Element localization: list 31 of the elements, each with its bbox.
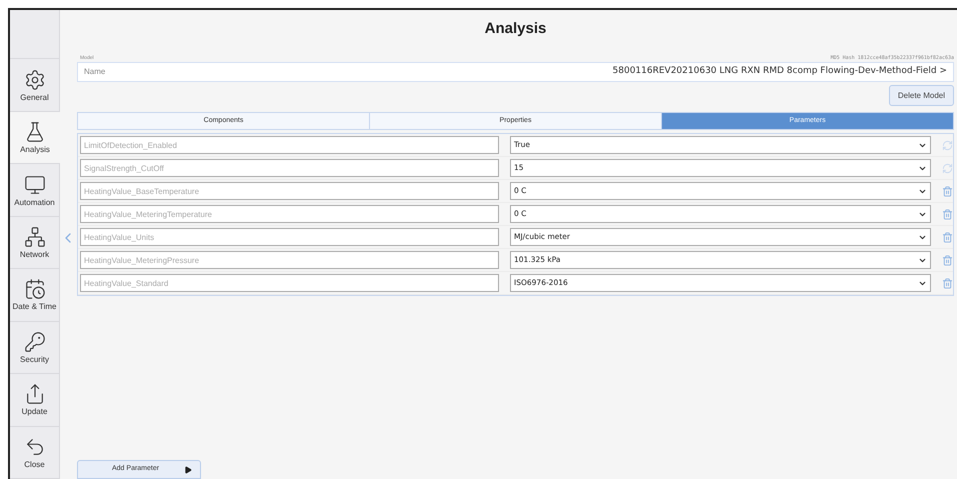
- refresh-icon[interactable]: [942, 162, 953, 174]
- sidebar-item[interactable]: Security: [10, 322, 59, 374]
- parameter-name-field[interactable]: LimitOfDetection_Enabled: [80, 136, 499, 154]
- sidebar-item[interactable]: Analysis: [10, 112, 60, 164]
- trash-icon[interactable]: [942, 278, 953, 288]
- sidebar-item[interactable]: Network: [10, 216, 59, 270]
- trash-icon[interactable]: [942, 208, 953, 220]
- flask-icon: [24, 121, 46, 144]
- sidebar-item[interactable]: Close: [10, 426, 59, 479]
- trash-icon[interactable]: [942, 254, 953, 266]
- play-icon: [184, 466, 192, 474]
- key-icon: [24, 330, 46, 353]
- parameter-name-field[interactable]: HeatingValue_BaseTemperature: [80, 182, 499, 200]
- trash-icon[interactable]: [942, 232, 953, 242]
- parameter-name-field[interactable]: HeatingValue_Standard: [80, 274, 499, 292]
- parameter-name-field[interactable]: HeatingValue_Units: [80, 228, 499, 246]
- model-name-field[interactable]: Name 5800116REV20210630 LNG RXN RMD 8comp Flowing-Dev-Method-Field >: [77, 62, 954, 82]
- parameter-name-field[interactable]: SignalStrength_CutOff: [80, 159, 499, 177]
- gear-icon: [24, 68, 46, 91]
- trash-icon[interactable]: [942, 186, 953, 196]
- page-title: Analysis: [484, 18, 546, 39]
- sidebar-item[interactable]: Date & Time: [10, 269, 59, 322]
- parameter-name-field[interactable]: HeatingValue_MeteringPressure: [80, 251, 499, 269]
- refresh-icon[interactable]: [942, 140, 953, 150]
- network-icon: [24, 226, 46, 248]
- monitor-icon: [24, 174, 46, 196]
- delete-model-button[interactable]: Delete Model: [888, 85, 954, 106]
- parameter-name-field[interactable]: HeatingValue_MeteringTemperature: [80, 205, 499, 223]
- sidebar-item[interactable]: Update: [10, 374, 59, 427]
- sidebar-item[interactable]: Automation: [10, 164, 59, 217]
- calendar-clock-icon: [24, 278, 46, 300]
